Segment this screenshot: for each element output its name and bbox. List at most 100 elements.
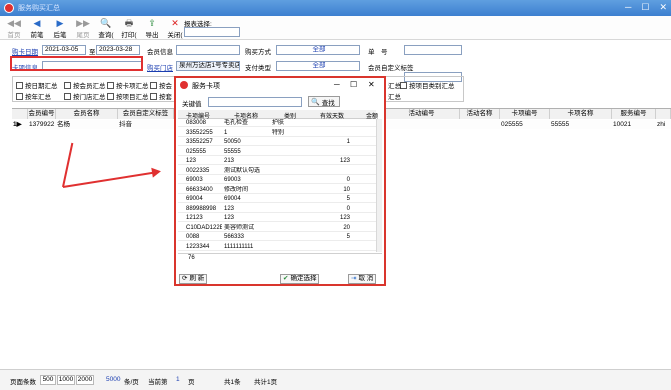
by-project-checkbox[interactable]: 按项目汇总 [107,91,149,101]
by-date-checkbox[interactable]: 按日期汇总 [16,80,58,90]
dialog-scrollbar[interactable] [376,119,382,252]
member-info-label: 会员信息 [147,49,173,56]
per-page-label: 条/页 [124,379,139,386]
grid-header-card-no[interactable]: 卡项编号 [500,109,550,119]
grid-header-member-name[interactable]: 会员名称 [56,109,118,119]
by-card-checkbox[interactable]: 按卡项汇总 [107,80,149,90]
export-button[interactable]: ⇪ 导出 [140,17,164,39]
cell-extra: zhi [657,121,666,128]
confirm-select-button[interactable]: ✔ 确定选择 [280,274,320,284]
single-no-label: 单 号 [368,49,388,56]
by-member-checkbox[interactable]: 按会员汇总 [64,80,106,90]
cell-card-name: 55555 [551,121,570,128]
cancel-button[interactable]: ⇥ 取 消 [348,274,377,284]
pay-type-select[interactable]: 全部 [276,61,360,71]
arrow-head-icon [151,166,162,178]
page-size-1000-button[interactable]: 1000 [57,375,75,385]
refresh-button[interactable]: ⟳ 刷 新 [179,274,208,284]
single-no-input[interactable] [404,45,462,55]
dialog-list-item[interactable]: 33552255 1 特别 [178,129,376,137]
row-indicator: 1▶ [13,121,22,128]
date-to-label: 至 [89,49,96,56]
dialog-list-item[interactable]: 1223344 1111111111 [178,243,376,251]
dialog-cell: 1223344 [186,243,210,250]
by-year-checkbox[interactable]: 按年汇总 [16,91,51,101]
by-project-category-checkbox[interactable]: 按项目类别汇总 [400,80,455,90]
member-info-input[interactable] [176,45,240,55]
search-icon: 🔍 [311,98,320,106]
by-package-checkbox[interactable]: 按套 [150,91,172,101]
dialog-cell: 566333 [224,234,245,240]
dialog-titlebar: 服务卡项 ─ ☐ ✕ [176,78,384,92]
by-meeting-checkbox[interactable]: 按会 [150,80,172,90]
dialog-cell: 12123 [186,215,203,221]
dialog-cell: 69003 [186,177,203,183]
grid-header-service-no[interactable]: 服务编号 [612,109,656,119]
page-size-500-button[interactable]: 500 [40,375,56,385]
dialog-cell: 66633400 [186,186,213,193]
page-size-2000-button[interactable]: 2000 [76,375,94,385]
date-from-input[interactable]: 2021-03-05 [42,45,86,55]
current-page-size: 5000 [106,376,121,383]
dialog-list-item[interactable]: 0088 566333 5 [178,233,376,241]
last-page-button[interactable]: ▶▶ 尾页 [71,17,95,39]
dialog-list-item[interactable]: 12123 123 123 [178,214,376,222]
keyword-input[interactable] [208,97,302,107]
dialog-cell: 50050 [224,139,241,145]
dialog-list-item[interactable]: 0022335 测试默认勾选 [178,167,376,175]
grid-header-activity-name[interactable]: 活动名称 [460,109,500,119]
dialog-cell: 33552257 [186,139,213,145]
print-button[interactable]: 🖶 打印( [117,17,141,39]
card-info-highlight [10,56,143,71]
next-record-button[interactable]: ▶ 后笔 [48,17,72,39]
member-custom-tag-label: 会员自定义标签 [368,65,414,72]
minimize-button[interactable]: ─ [625,2,631,13]
query-icon: 🔍 [100,18,112,28]
grid-header-member-tag[interactable]: 会员自定义标签 [118,109,174,119]
toolbar: ◀◀ 首页 ◀ 前笔 ▶ 后笔 ▶▶ 尾页 🔍 查询( 🖶 打印( ⇪ 导出 ✕ 关闭( 报表选… [0,16,671,40]
date-to-input[interactable]: 2023-03-28 [96,45,140,55]
query-button[interactable]: 🔍 查询( [94,17,118,39]
dialog-maximize-button[interactable]: ☐ [350,80,357,89]
cell-member-tag: 抖音 [119,121,132,128]
dialog-list-item[interactable]: 33552257 50050 1 [178,138,376,146]
dialog-cell: 123 [339,158,350,164]
dialog-list-item[interactable]: 69003 69003 0 [178,176,376,184]
dialog-cell: 55555 [224,148,241,155]
dialog-cell: 69004 [224,196,241,202]
dialog-cell: 083008 [186,120,207,126]
buy-method-select[interactable]: 全部 [276,45,360,55]
search-button[interactable]: 🔍 查找 [308,96,340,107]
buy-store-input[interactable]: 泉州万达店1号专卖店 [176,61,240,71]
dialog-list-item[interactable]: 66633400 修改时间 10 [178,186,376,194]
dialog-list-item[interactable]: 69004 69004 5 [178,195,376,203]
total-pages: 共计1页 [254,379,278,386]
dialog-close-button[interactable]: ✕ [368,80,375,89]
prev-record-button[interactable]: ◀ 前笔 [25,17,49,39]
dialog-cell: 护肤 [272,120,285,126]
dialog-list-item[interactable]: 025555 55555 [178,148,376,156]
dialog-list-item[interactable]: 889988998 123 0 [178,205,376,213]
dialog-cell: 123 [224,215,235,221]
first-page-button[interactable]: ◀◀ 首页 [2,17,26,39]
by-store-checkbox[interactable]: 按门店汇总 [64,91,106,101]
dialog-list-item[interactable]: 083008 毛孔检查 护肤 [178,119,376,127]
grid-header-card-name[interactable]: 卡项名称 [550,109,612,119]
close-window-button[interactable]: ✕ [659,2,667,13]
window-title: 服务购买汇总 [18,5,60,12]
grid-header-activity-no[interactable]: 活动编号 [384,109,460,119]
grid-header-member-no[interactable]: 会员编号 [28,109,56,119]
dialog-minimize-button[interactable]: ─ [334,80,340,89]
exit-icon: ⇥ [351,275,357,282]
dialog-list-item[interactable]: C10DAD122E 美容师测试 20 [178,224,376,232]
maximize-button[interactable]: ☐ [641,2,649,13]
grid-header-extra[interactable] [656,109,671,119]
dialog-cell: 123 [224,205,235,212]
total-count: 共1条 [224,379,241,386]
printer-icon: 🖶 [124,18,134,28]
checkmark-icon: ✔ [283,275,289,282]
dialog-cell: 123 [339,215,350,221]
report-select-input[interactable] [184,27,240,37]
buy-store-label: 购买门店 [147,65,173,72]
dialog-list-item[interactable]: 123 213 123 [178,157,376,165]
